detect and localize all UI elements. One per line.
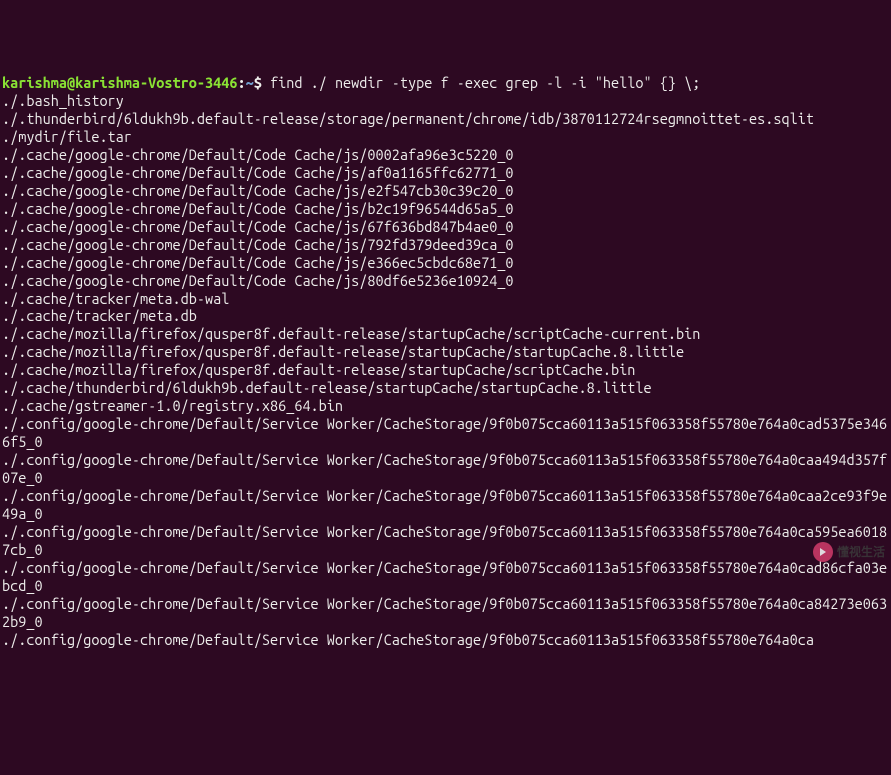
output-line: ./.config/google-chrome/Default/Service … (2, 415, 887, 450)
output-line: ./.config/google-chrome/Default/Service … (2, 631, 814, 648)
terminal[interactable]: karishma@karishma-Vostro-3446:~$ find ./… (2, 74, 891, 649)
output-line: ./.cache/mozilla/firefox/qusper8f.defaul… (2, 325, 700, 342)
output-line: ./.cache/google-chrome/Default/Code Cach… (2, 218, 514, 235)
output-line: ./.config/google-chrome/Default/Service … (2, 559, 887, 594)
output-line: ./.thunderbird/6ldukh9b.default-release/… (2, 110, 814, 127)
output-line: ./.config/google-chrome/Default/Service … (2, 451, 887, 486)
output-line: ./.config/google-chrome/Default/Service … (2, 595, 887, 630)
output-line: ./.bash_history (2, 92, 124, 109)
output-line: ./.cache/gstreamer-1.0/registry.x86_64.b… (2, 397, 343, 414)
prompt-colon: : (237, 74, 245, 91)
output-line: ./.cache/google-chrome/Default/Code Cach… (2, 164, 514, 181)
output-line: ./.cache/google-chrome/Default/Code Cach… (2, 272, 514, 289)
output-line: ./.cache/google-chrome/Default/Code Cach… (2, 254, 514, 271)
output-line: ./.cache/tracker/meta.db-wal (2, 290, 229, 307)
output-line: ./mydir/file.tar (2, 128, 132, 145)
output-line: ./.cache/tracker/meta.db (2, 307, 197, 324)
output-line: ./.cache/google-chrome/Default/Code Cach… (2, 236, 514, 253)
watermark-text: 懂视生活 (837, 545, 885, 560)
output-line: ./.cache/google-chrome/Default/Code Cach… (2, 146, 514, 163)
watermark: 懂视生活 (813, 542, 885, 562)
output-line: ./.config/google-chrome/Default/Service … (2, 487, 887, 522)
output-line: ./.cache/mozilla/firefox/qusper8f.defaul… (2, 343, 684, 360)
prompt-path: ~ (246, 74, 254, 91)
prompt-dollar: $ (254, 74, 262, 91)
prompt-user-host: karishma@karishma-Vostro-3446 (2, 74, 237, 91)
output-line: ./.cache/mozilla/firefox/qusper8f.defaul… (2, 361, 635, 378)
output-line: ./.cache/google-chrome/Default/Code Cach… (2, 200, 514, 217)
play-icon (813, 542, 833, 562)
command-text: find ./ newdir -type f -exec grep -l -i … (262, 74, 700, 91)
output-line: ./.cache/google-chrome/Default/Code Cach… (2, 182, 514, 199)
output-line: ./.cache/thunderbird/6ldukh9b.default-re… (2, 379, 652, 396)
output-line: ./.config/google-chrome/Default/Service … (2, 523, 887, 558)
